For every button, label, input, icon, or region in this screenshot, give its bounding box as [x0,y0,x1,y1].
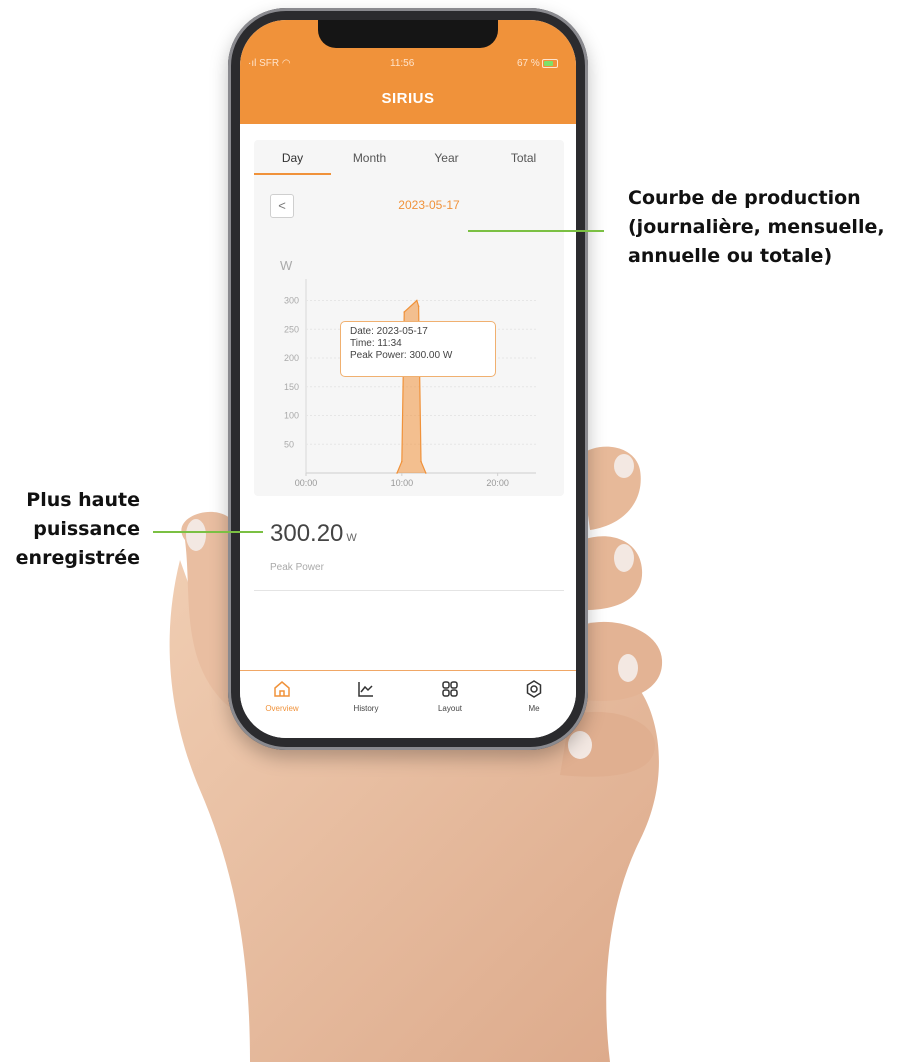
tooltip-time: Time: 11:34 [350,338,402,349]
peak-power-card: 300.20 W Peak Power [254,504,564,591]
y-tick-label: 100 [284,411,299,421]
status-carrier: ·ıl SFR ◠ [248,58,291,69]
y-tick-label: 150 [284,382,299,392]
data-point [396,472,398,474]
main-content: Day Month Year Total < 2023-05-17 W 50 10… [240,124,576,670]
annotation-line-2: (journalière, mensuelle, [628,216,885,238]
bottom-nav: Overview History Layout Me [240,670,576,738]
data-point [424,472,427,474]
nav-layout[interactable]: Layout [408,679,492,713]
production-card: Day Month Year Total < 2023-05-17 W 50 10… [254,140,564,496]
chart-tooltip: Date: 2023-05-17 Time: 11:34 Peak Power:… [340,321,496,377]
nav-overview-label: Overview [265,704,299,713]
data-point [416,299,418,302]
data-point [417,305,420,308]
annotation-line-3: annuelle ou totale) [628,245,833,267]
phone-screen: ·ıl SFR ◠ 11:56 67 % SIRIUS Day Month Ye… [240,20,576,738]
gear-icon [526,680,542,698]
y-tick-label: 300 [284,296,299,306]
chart-icon [358,682,373,697]
annotation-line-1: Courbe de production [628,187,861,209]
annotation-line-2: puissance [33,518,140,540]
tooltip-peak: Peak Power: 300.00 W [350,350,453,361]
y-tick-label: 250 [284,324,299,334]
phone-notch [318,20,498,48]
annotation-line-right [468,230,604,232]
nav-history-label: History [353,704,379,713]
status-battery: 67 % [517,58,558,69]
annotation-line-1: Plus haute [26,489,140,511]
data-point [401,460,403,463]
data-point [403,311,406,313]
peak-power-label: Peak Power [270,562,324,573]
annotation-line-left [153,531,263,533]
grid-icon [442,681,458,697]
x-tick-label: 20:00 [486,478,509,488]
y-tick-label: 200 [284,353,299,363]
annotation-production-curve: Courbe de production (journalière, mensu… [628,184,913,271]
y-tick-label: 50 [284,439,294,449]
nav-me-label: Me [528,704,540,713]
wifi-icon: ◠ [281,58,291,69]
battery-icon [541,58,558,68]
nav-layout-label: Layout [437,704,463,713]
app-title: SIRIUS [381,90,435,107]
annotation-peak-power: Plus haute puissance enregistrée [0,486,140,573]
tooltip-date: Date: 2023-05-17 [350,326,428,337]
nav-history[interactable]: History [324,679,408,713]
x-tick-label: 10:00 [391,478,414,488]
signal-icon: ·ıl [248,58,260,69]
production-chart[interactable]: 50 100 150 200 250 300 00:00 10:00 20:00 [254,140,564,496]
nav-overview[interactable]: Overview [240,679,324,713]
home-icon [274,681,290,697]
peak-power-value: 300.20 W [270,520,357,547]
x-tick-label: 00:00 [295,478,318,488]
status-time: 11:56 [390,58,415,69]
data-point [420,460,422,463]
nav-me[interactable]: Me [492,679,576,713]
annotation-line-3: enregistrée [15,547,140,569]
peak-power-unit: W [346,532,357,544]
